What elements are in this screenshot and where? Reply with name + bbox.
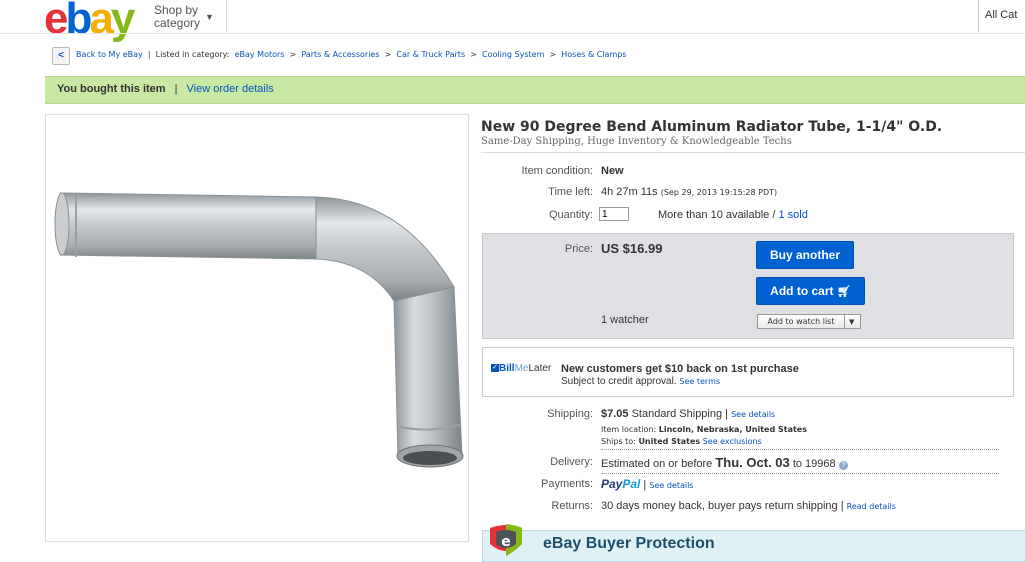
view-order-details-link[interactable]: View order details [187,83,274,95]
cart-icon: 🛒︎ [836,286,851,298]
breadcrumb-item-cooling-system[interactable]: Cooling System [482,50,544,59]
add-to-cart-label: Add to cart [770,284,834,298]
sold-link[interactable]: 1 sold [778,209,807,221]
category-label: category [154,16,201,30]
ships-to-row: Ships to: United States See exclusions [601,437,999,450]
delivery-row: Estimated on or before Thu. Oct. 03 to 1… [601,455,999,474]
shield-icon: e [486,522,526,561]
bml-subline-row: Subject to credit approval. See terms [561,376,720,387]
breadcrumb-chevron: > [467,50,480,59]
breadcrumb-item-hoses-clamps[interactable]: Hoses & Clamps [561,50,626,59]
payments-see-details-link[interactable]: See details [649,481,693,490]
breadcrumb-chevron: > [546,50,559,59]
delivery-prefix: Estimated on or before [601,458,713,470]
bml-bill: Bill [499,363,515,374]
breadcrumb-chevron: > [287,50,299,59]
svg-text:e: e [501,534,511,550]
back-arrow-icon[interactable]: < [52,47,70,65]
payments-row: PayPal | See details [601,477,694,491]
breadcrumb: Back to My eBay | Listed in category: eB… [76,50,627,59]
returns-row: 30 days money back, buyer pays return sh… [601,500,896,512]
radiator-tube-illustration [54,192,464,468]
breadcrumb-chevron: > [382,50,394,59]
product-subtitle: Same-Day Shipping, Huge Inventory & Know… [481,136,792,147]
bml-later: Later [528,363,552,374]
bill-me-later-logo: ✓BillMeLater [491,363,551,374]
shipping-cost-row: $7.05 Standard Shipping | See details [601,408,776,420]
back-to-my-ebay-link[interactable]: Back to My eBay [76,50,143,59]
read-details-link[interactable]: Read details [847,502,896,511]
available-text: More than 10 available / [658,209,776,221]
watch-list-label: Add to watch list [758,315,845,328]
title-divider [481,152,1025,153]
shipping-label: Shipping: [547,408,593,420]
bought-message: You bought this item [57,83,166,95]
product-image[interactable] [45,114,469,542]
ships-to-value: United States [638,437,701,446]
help-icon[interactable]: ? [838,461,848,470]
item-location: Lincoln, Nebraska, United States [658,425,807,434]
logo-letter-y: y [110,0,136,43]
returns-label: Returns: [551,500,593,512]
shipping-see-details-link[interactable]: See details [731,410,775,419]
bought-bar-separator: | [174,83,178,95]
condition-value: New [601,165,624,177]
delivery-zip: to 19968 [792,458,836,470]
time-left-label: Time left: [548,186,593,198]
listed-in-category-label: Listed in category: [155,50,230,59]
header-divider-line [0,33,1025,34]
see-terms-link[interactable]: See terms [679,377,720,386]
breadcrumb-item-car-truck-parts[interactable]: Car & Truck Parts [396,50,465,59]
breadcrumb-item-ebay-motors[interactable]: eBay Motors [235,50,285,59]
see-exclusions-link[interactable]: See exclusions [703,437,762,446]
ebay-logo[interactable]: ebay [44,0,136,44]
price-label: Price: [564,243,593,255]
logo-letter-a: a [89,0,114,43]
delivery-label: Delivery: [550,456,593,468]
breadcrumb-item-parts-accessories[interactable]: Parts & Accessories [301,50,379,59]
returns-value: 30 days money back, buyer pays return sh… [601,500,838,512]
buyer-protection-title: eBay Buyer Protection [543,535,715,552]
watchers-count: 1 watcher [601,314,649,326]
checkmark-icon: ✓ [491,364,499,373]
bml-headline: New customers get $10 back on 1st purcha… [561,363,799,375]
ships-to-label: Ships to: [601,437,636,446]
product-title: New 90 Degree Bend Aluminum Radiator Tub… [481,119,943,135]
logo-letter-e: e [44,0,69,43]
bml-subline: Subject to credit approval. [561,376,677,387]
chevron-down-icon[interactable]: ▼ [205,12,214,22]
price-value: US $16.99 [601,241,663,256]
buy-another-button[interactable]: Buy another [756,241,854,269]
availability: More than 10 available / 1 sold [658,209,808,221]
shipping-method: Standard Shipping [631,408,723,420]
time-left-value: 4h 27m 11s [601,186,658,198]
end-date: (Sep 29, 2013 19:15:28 PDT) [660,188,778,197]
shipping-cost: $7.05 [601,408,629,420]
quantity-label: Quantity: [548,209,593,221]
quantity-input[interactable] [599,207,629,221]
all-categories-dropdown[interactable]: All Cat [978,0,1025,32]
item-location-row: Item location: Lincoln, Nebraska, United… [601,425,807,434]
bml-me: Me [514,363,529,374]
header-divider [226,0,227,34]
add-to-watch-list-button[interactable]: Add to watch list ▼ [757,314,861,329]
payments-label: Payments: [541,478,593,490]
breadcrumb-separator: | [145,50,154,59]
condition-label: Item condition: [521,165,593,177]
paypal-logo: PayPal [601,477,641,491]
add-to-cart-button[interactable]: Add to cart 🛒︎ [756,277,865,305]
purchase-status-bar: You bought this item | View order detail… [45,76,1025,104]
chevron-down-icon[interactable]: ▼ [845,318,854,326]
delivery-date: Thu. Oct. 03 [715,455,790,470]
logo-letter-b: b [65,0,92,43]
item-location-label: Item location: [601,425,657,434]
time-left: 4h 27m 11s (Sep 29, 2013 19:15:28 PDT) [601,186,777,198]
shop-by-category-button[interactable]: Shop by category [154,4,200,30]
